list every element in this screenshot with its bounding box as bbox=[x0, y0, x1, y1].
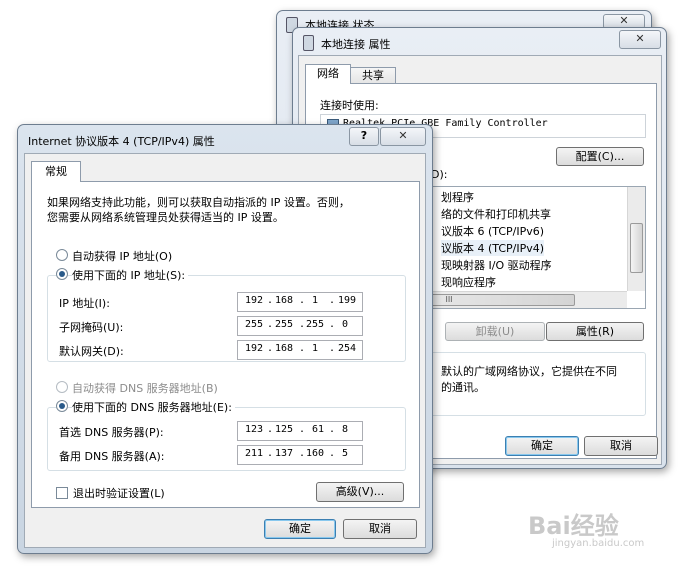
connect-using-label: 连接时使用: bbox=[320, 99, 379, 112]
list-item[interactable]: 现映射器 I/O 驱动程序 bbox=[441, 257, 552, 273]
items-label: D): bbox=[431, 168, 448, 181]
configure-button[interactable]: 配置(C)... bbox=[556, 147, 644, 166]
properties-window-close-button[interactable]: ✕ bbox=[619, 30, 661, 49]
list-item[interactable]: 现响应程序 bbox=[441, 274, 496, 290]
ipv4-client-area: 常规 如果网络支持此功能，则可以获取自动指派的 IP 设置。否则， 您需要从网络… bbox=[24, 153, 426, 548]
help-icon: ? bbox=[360, 129, 368, 142]
ipv4-window-close-button[interactable]: ✕ bbox=[380, 127, 426, 146]
properties-button[interactable]: 属性(R) bbox=[546, 322, 644, 341]
properties-ok-button[interactable]: 确定 bbox=[505, 436, 579, 456]
auto-ip-label[interactable]: 自动获得 IP 地址(O) bbox=[72, 248, 172, 264]
ipv4-ok-button[interactable]: 确定 bbox=[264, 519, 336, 539]
general-tab-panel: 如果网络支持此功能，则可以获取自动指派的 IP 设置。否则， 您需要从网络系统管… bbox=[31, 181, 420, 508]
help-button[interactable]: ? bbox=[349, 127, 379, 146]
manual-dns-label[interactable]: 使用下面的 DNS 服务器地址(E): bbox=[72, 399, 235, 415]
subnet-mask-field[interactable]: 255. 255. 255. 0 bbox=[237, 316, 363, 336]
properties-window-title: 本地连接 属性 bbox=[321, 38, 391, 51]
ip-address-label: IP 地址(I): bbox=[59, 297, 110, 310]
scrollbar-thumb[interactable] bbox=[630, 223, 643, 273]
description-line-1: 默认的广域网络协议，它提供在不同 bbox=[441, 365, 617, 378]
intro-line-1: 如果网络支持此功能，则可以获取自动指派的 IP 设置。否则， bbox=[47, 196, 350, 209]
auto-dns-label[interactable]: 自动获得 DNS 服务器地址(B) bbox=[72, 380, 218, 396]
advanced-button[interactable]: 高级(V)... bbox=[316, 482, 404, 502]
subnet-mask-label: 子网掩码(U): bbox=[59, 321, 124, 334]
network-icon bbox=[303, 35, 314, 51]
validate-on-exit-label[interactable]: 退出时验证设置(L) bbox=[73, 485, 165, 501]
description-line-2: 的通讯。 bbox=[441, 381, 485, 394]
tab-general[interactable]: 常规 bbox=[31, 161, 81, 182]
baidu-watermark-url: jingyan.baidu.com bbox=[552, 538, 645, 549]
ipv4-window-title: Internet 协议版本 4 (TCP/IPv4) 属性 bbox=[28, 135, 215, 148]
preferred-dns-field[interactable]: 123. 125. 61. 8 bbox=[237, 421, 363, 441]
default-gateway-field[interactable]: 192. 168. 1. 254 bbox=[237, 340, 363, 360]
manual-dns-radio[interactable] bbox=[56, 400, 68, 412]
default-gateway-label: 默认网关(D): bbox=[59, 345, 124, 358]
alternate-dns-label: 备用 DNS 服务器(A): bbox=[59, 450, 165, 463]
baidu-watermark: Bai经验 bbox=[528, 506, 619, 541]
ipv4-cancel-button[interactable]: 取消 bbox=[343, 519, 417, 539]
manual-ip-radio[interactable] bbox=[56, 268, 68, 280]
close-icon: ✕ bbox=[635, 32, 645, 45]
list-item[interactable]: 络的文件和打印机共享 bbox=[441, 206, 551, 222]
ipv4-window: Internet 协议版本 4 (TCP/IPv4) 属性 ? ✕ 常规 如果网… bbox=[17, 124, 433, 554]
intro-line-2: 您需要从网络系统管理员处获得适当的 IP 设置。 bbox=[47, 211, 284, 224]
auto-ip-radio[interactable] bbox=[56, 249, 68, 261]
preferred-dns-label: 首选 DNS 服务器(P): bbox=[59, 426, 164, 439]
list-item[interactable]: 划程序 bbox=[441, 189, 474, 205]
tab-network[interactable]: 网络 bbox=[305, 64, 351, 84]
validate-on-exit-checkbox[interactable] bbox=[56, 487, 68, 499]
uninstall-button[interactable]: 卸载(U) bbox=[445, 322, 545, 341]
alternate-dns-field[interactable]: 211. 137. 160. 5 bbox=[237, 445, 363, 465]
close-icon: ✕ bbox=[619, 14, 629, 27]
list-item[interactable]: 议版本 4 (TCP/IPv4) bbox=[441, 240, 545, 256]
close-icon: ✕ bbox=[398, 129, 408, 142]
list-item[interactable]: 议版本 6 (TCP/IPv6) bbox=[441, 223, 544, 239]
baidu-watermark-text: Bai经验 bbox=[528, 512, 619, 540]
ip-address-field[interactable]: 192. 168. 1. 199 bbox=[237, 292, 363, 312]
tab-sharing[interactable]: 共享 bbox=[350, 67, 396, 84]
manual-ip-label[interactable]: 使用下面的 IP 地址(S): bbox=[72, 267, 189, 283]
items-vertical-scrollbar[interactable] bbox=[627, 187, 645, 291]
properties-cancel-button[interactable]: 取消 bbox=[584, 436, 658, 456]
auto-dns-radio[interactable] bbox=[56, 381, 68, 393]
